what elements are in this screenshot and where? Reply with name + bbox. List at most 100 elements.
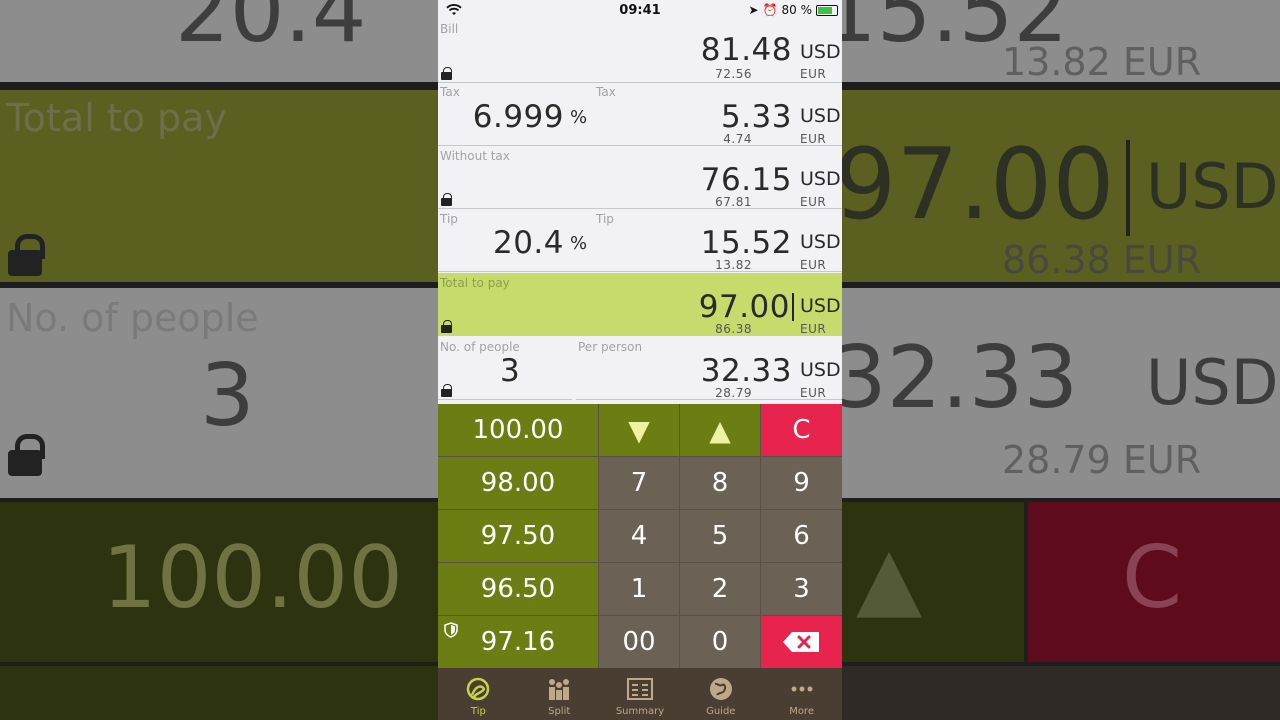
bg-people-label: No. of people (6, 296, 259, 340)
per-person-converted-currency: EUR (800, 386, 827, 400)
bg-people-count: 3 (200, 346, 255, 446)
total-row[interactable]: Total to pay 97.00 USD 86.38 EUR (438, 273, 842, 336)
without-tax-currency[interactable]: USD (800, 168, 841, 190)
digit-0-button[interactable]: 0 (680, 616, 760, 668)
preset-button-1[interactable]: 100.00 (438, 404, 598, 456)
digit-4-button[interactable]: 4 (599, 510, 679, 562)
total-converted: 86.38 (715, 322, 752, 336)
bg-preset-value: 100.00 (102, 528, 403, 628)
lock-icon[interactable] (441, 384, 452, 397)
tab-more[interactable]: More (761, 668, 842, 720)
people-count[interactable]: 3 (500, 353, 520, 389)
without-tax-row[interactable]: Without tax 76.15 USD 67.81 EUR (438, 146, 842, 209)
people-label: No. of people (440, 340, 520, 354)
lock-icon[interactable] (441, 193, 452, 206)
bill-row[interactable]: Bill 81.48 USD 72.56 EUR (438, 20, 842, 83)
tab-guide[interactable]: Guide (680, 668, 761, 720)
tax-percent-label: Tax (440, 85, 460, 99)
tab-tip[interactable]: Tip (438, 668, 519, 720)
backspace-button[interactable] (761, 616, 842, 668)
bg-clear: C (1122, 528, 1183, 628)
tab-split[interactable]: Split (519, 668, 600, 720)
tax-percent-sign: % (570, 107, 588, 128)
tip-row[interactable]: Tip 20.4 % Tip 15.52 USD 13.82 EUR (438, 209, 842, 272)
total-currency[interactable]: USD (800, 295, 841, 317)
decrease-button[interactable]: ▼ (599, 404, 679, 456)
preset-button-4[interactable]: 96.50 (438, 563, 598, 615)
battery-percent: 80 % (781, 3, 813, 17)
guide-icon (709, 678, 732, 700)
tip-amount-label: Tip (596, 212, 614, 226)
bg-total-label: Total to pay (6, 96, 227, 140)
summary-icon (626, 678, 653, 700)
digit-3-button[interactable]: 3 (761, 563, 842, 615)
bg-tip-percent: 20.4 (175, 0, 367, 62)
tab-label: Split (548, 706, 571, 717)
tip-percent-label: Tip (440, 212, 458, 226)
lock-icon[interactable] (441, 320, 452, 333)
tab-label: Summary (615, 706, 665, 717)
tab-summary[interactable]: Summary (600, 668, 681, 720)
preset-value: 97.16 (480, 627, 556, 657)
tax-converted: 4.74 (723, 132, 752, 146)
bg-total-currency: USD (1146, 150, 1279, 223)
shield-icon (444, 622, 458, 638)
per-person-currency[interactable]: USD (800, 359, 841, 381)
battery-icon (816, 4, 838, 16)
preset-button-2[interactable]: 98.00 (438, 457, 598, 509)
keypad: 100.00 98.00 97.50 96.50 97.16 ▼ ▲ C 7 8… (438, 404, 842, 668)
bill-currency[interactable]: USD (800, 41, 841, 63)
bg-up-arrow: ▲ (856, 528, 923, 628)
digit-1-button[interactable]: 1 (599, 563, 679, 615)
per-person-value[interactable]: 32.33 (701, 353, 792, 389)
tax-percent-value[interactable]: 6.999 (473, 99, 564, 135)
bg-total-sub: 86.38 EUR (1002, 238, 1202, 282)
tax-amount-label: Tax (596, 85, 616, 99)
tax-converted-currency: EUR (800, 132, 827, 146)
more-icon (791, 686, 813, 692)
digit-6-button[interactable]: 6 (761, 510, 842, 562)
tip-percent-value[interactable]: 20.4 (493, 225, 564, 261)
tax-row[interactable]: Tax 6.999 % Tax 5.33 USD 4.74 EUR (438, 83, 842, 146)
alarm-icon: ⏰ (762, 3, 778, 17)
background-left: 20.4 Total to pay No. of people 3 100.00 (0, 0, 438, 720)
without-tax-converted-currency: EUR (800, 195, 827, 209)
phone-screen: 09:41 ➤ ⏰ 80 % Bill 81.48 USD 72.56 EUR … (438, 0, 842, 720)
total-label: Total to pay (440, 276, 510, 290)
tip-converted-currency: EUR (800, 258, 827, 272)
preset-button-5[interactable]: 97.16 (438, 616, 598, 668)
lock-icon[interactable] (441, 67, 452, 80)
tax-amount-value[interactable]: 5.33 (721, 99, 792, 135)
digit-9-button[interactable]: 9 (761, 457, 842, 509)
people-row[interactable]: No. of people 3 Per person 32.33 USD 28.… (438, 337, 842, 400)
tab-label: Guide (706, 706, 736, 717)
tab-bar: Tip Split Summary Guide More (438, 668, 842, 720)
tip-currency[interactable]: USD (800, 231, 841, 253)
tip-amount-value[interactable]: 15.52 (701, 225, 792, 261)
without-tax-label: Without tax (440, 149, 510, 163)
bill-value[interactable]: 81.48 (701, 32, 792, 68)
bg-total-value: 97.00 (842, 128, 1115, 242)
bill-label: Bill (440, 22, 459, 36)
split-icon (549, 679, 570, 700)
bg-per-currency: USD (1146, 346, 1279, 419)
digit-00-button[interactable]: 00 (599, 616, 679, 668)
tab-label: More (789, 706, 814, 717)
digit-8-button[interactable]: 8 (680, 457, 760, 509)
tip-converted: 13.82 (715, 258, 752, 272)
digit-5-button[interactable]: 5 (680, 510, 760, 562)
tip-percent-sign: % (570, 233, 588, 254)
clear-button[interactable]: C (761, 404, 842, 456)
digit-2-button[interactable]: 2 (680, 563, 760, 615)
tax-currency[interactable]: USD (800, 105, 841, 127)
digit-7-button[interactable]: 7 (599, 457, 679, 509)
location-icon: ➤ (748, 3, 759, 17)
per-person-label: Per person (578, 340, 643, 354)
without-tax-value[interactable]: 76.15 (701, 162, 792, 198)
preset-button-3[interactable]: 97.50 (438, 510, 598, 562)
status-bar: 09:41 ➤ ⏰ 80 % (438, 0, 842, 22)
total-value[interactable]: 97.00 (699, 289, 790, 325)
increase-button[interactable]: ▲ (680, 404, 760, 456)
background-right: 15.52 13.82 EUR 97.00 USD 86.38 EUR 32.3… (842, 0, 1280, 720)
bg-lock-icon (8, 234, 45, 276)
